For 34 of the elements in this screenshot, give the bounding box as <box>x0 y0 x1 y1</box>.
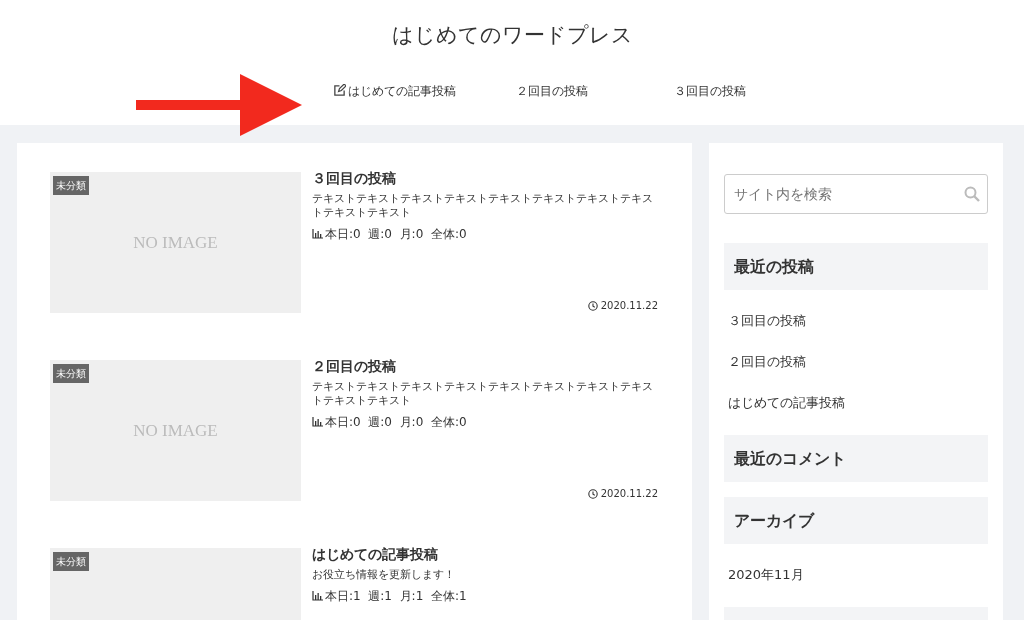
widget-heading: 最近の投稿 <box>724 243 988 290</box>
post-title[interactable]: はじめての記事投稿 <box>312 544 658 565</box>
thumbnail-placeholder[interactable]: 未分類 <box>50 548 301 620</box>
view-stats: 本日:1 週:1 月:1 全体:1 <box>325 588 467 605</box>
bar-chart-icon <box>312 417 323 427</box>
sidebar-link[interactable]: ２回目の投稿 <box>728 353 984 371</box>
post-excerpt: お役立ち情報を更新します！ <box>312 567 456 581</box>
nav-link[interactable]: はじめての記事投稿 <box>315 81 473 100</box>
category-label: 未分類 <box>53 364 89 383</box>
bar-chart-icon <box>312 591 323 601</box>
search-field[interactable]: サイト内を検索 <box>724 174 988 214</box>
site-title[interactable]: はじめてのワードプレス <box>0 0 1024 52</box>
post-excerpt: テキストテキストテキストテキストテキストテキストテキストテキストテキストテキスト <box>312 191 654 219</box>
view-stats: 本日:0 週:0 月:0 全体:0 <box>325 414 467 431</box>
category-label: 未分類 <box>53 552 89 571</box>
post-excerpt: テキストテキストテキストテキストテキストテキストテキストテキストテキストテキスト <box>312 379 654 407</box>
bar-chart-icon <box>312 229 323 239</box>
nav-link[interactable]: ２回目の投稿 <box>473 81 631 100</box>
clock-icon <box>587 488 598 499</box>
sidebar-link[interactable]: はじめての記事投稿 <box>728 394 984 412</box>
widget-heading: 最近のコメント <box>724 435 988 482</box>
post-date: 2020.11.22 <box>600 487 658 501</box>
post-title[interactable]: ２回目の投稿 <box>312 356 658 377</box>
widget-heading: アーカイブ <box>724 497 988 544</box>
sidebar-link[interactable]: 2020年11月 <box>728 566 984 584</box>
category-label: 未分類 <box>53 176 89 195</box>
nav-link[interactable]: ３回目の投稿 <box>631 81 789 100</box>
search-icon[interactable] <box>964 186 980 202</box>
view-stats: 本日:0 週:0 月:0 全体:0 <box>325 226 467 243</box>
edit-icon <box>332 84 346 97</box>
sidebar-link[interactable]: ３回目の投稿 <box>728 312 984 330</box>
clock-icon <box>587 300 598 311</box>
post-date: 2020.11.22 <box>600 299 658 313</box>
post-title[interactable]: ３回目の投稿 <box>312 168 658 189</box>
